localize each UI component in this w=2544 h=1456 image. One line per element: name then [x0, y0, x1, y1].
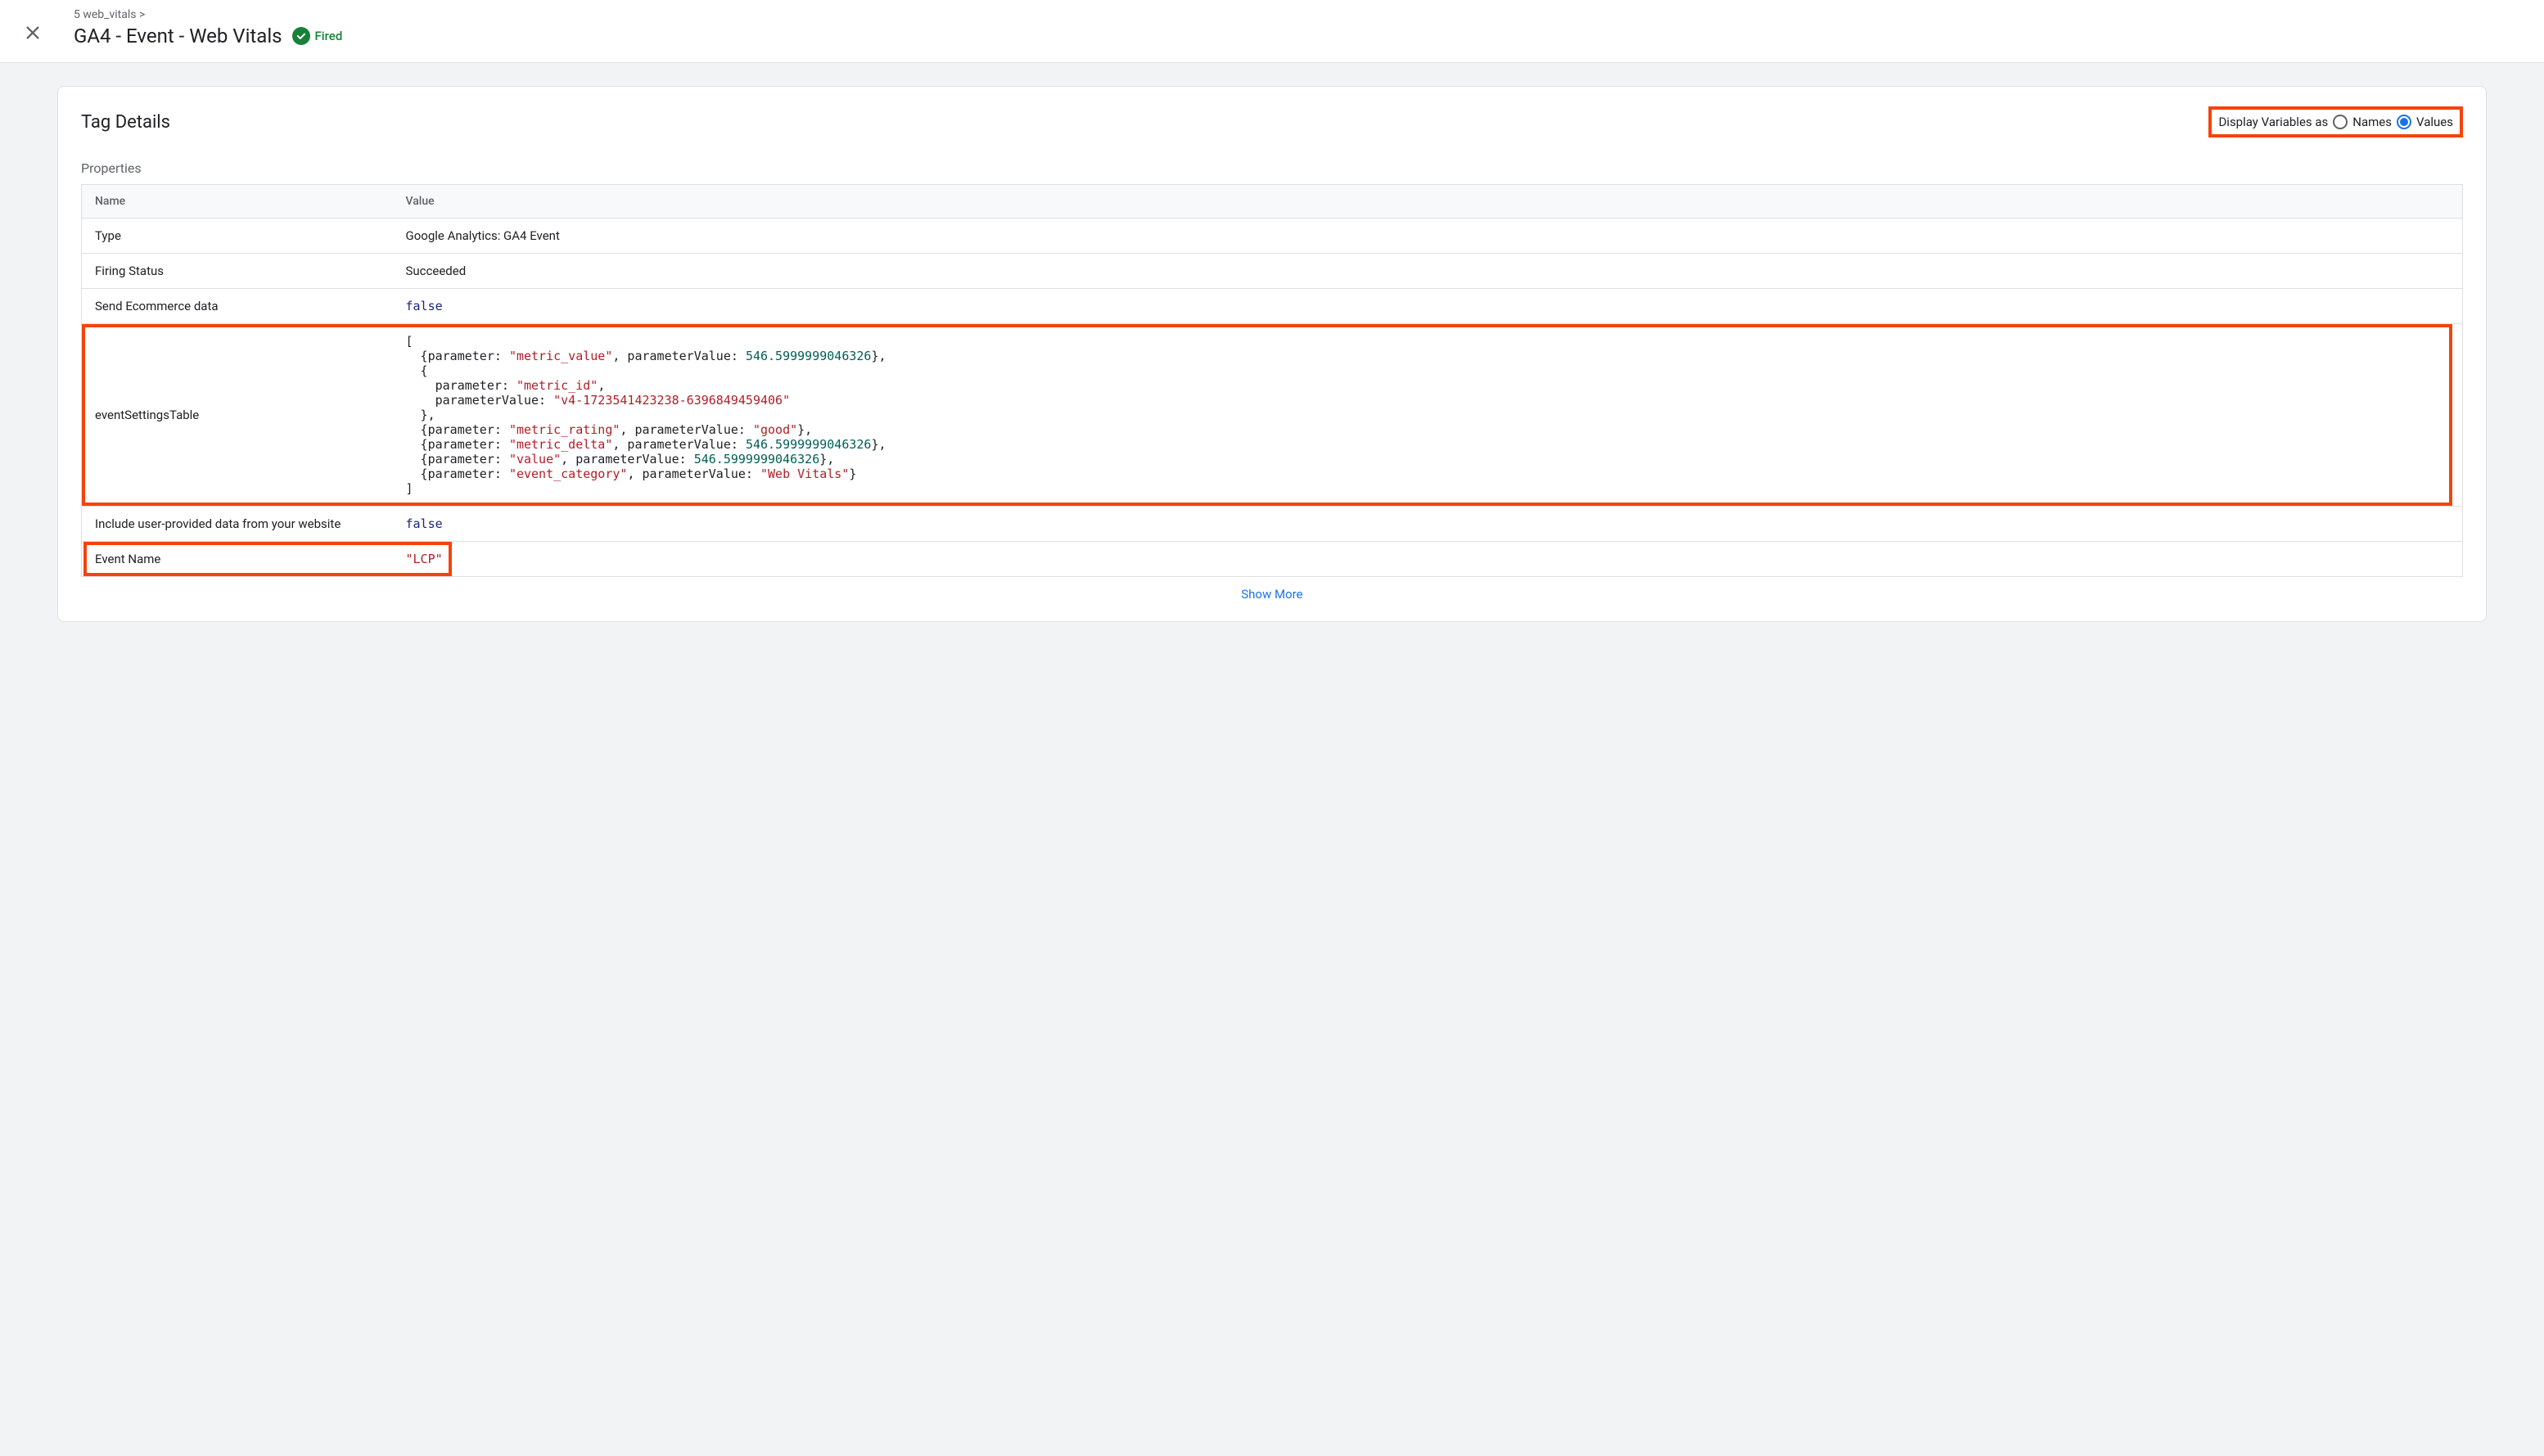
display-variables-label: Display Variables as [2218, 115, 2328, 129]
table-row: Include user-provided data from your web… [82, 507, 2463, 542]
prop-value-event-settings: [ {parameter: "metric_value", parameterV… [393, 324, 2463, 507]
table-row: Send Ecommerce data false [82, 289, 2463, 324]
radio-names[interactable] [2333, 115, 2348, 129]
prop-value: Succeeded [393, 254, 2463, 289]
prop-name: Send Ecommerce data [82, 289, 393, 324]
tag-details-card: Tag Details Display Variables as Names V… [57, 86, 2487, 622]
fired-badge: Fired [292, 27, 343, 45]
page-header: 5 web_vitals > GA4 - Event - Web Vitals … [0, 0, 2544, 63]
prop-name: Firing Status [82, 254, 393, 289]
prop-value: false [393, 289, 2463, 324]
table-row-event-name: Event Name "LCP" [82, 542, 2463, 577]
col-header-value: Value [393, 185, 2463, 219]
properties-table: Name Value Type Google Analytics: GA4 Ev… [81, 184, 2463, 577]
prop-value: Google Analytics: GA4 Event [393, 219, 2463, 254]
close-button[interactable] [16, 16, 49, 49]
table-row: Type Google Analytics: GA4 Event [82, 219, 2463, 254]
col-header-name: Name [82, 185, 393, 219]
properties-section-label: Properties [81, 160, 2463, 176]
table-row-event-settings: eventSettingsTable [ {parameter: "metric… [82, 324, 2463, 507]
close-icon [24, 24, 42, 42]
card-title: Tag Details [81, 112, 170, 133]
radio-values-label[interactable]: Values [2416, 115, 2453, 129]
breadcrumb[interactable]: 5 web_vitals > [74, 8, 342, 21]
page-title: GA4 - Event - Web Vitals [74, 25, 282, 47]
prop-value: false [393, 507, 2463, 542]
radio-names-label[interactable]: Names [2352, 115, 2392, 129]
table-row: Firing Status Succeeded [82, 254, 2463, 289]
prop-name: Event Name [82, 542, 393, 577]
prop-value: "LCP" [393, 542, 2463, 577]
check-circle-icon [292, 27, 310, 45]
show-more-link[interactable]: Show More [1241, 587, 1302, 602]
fired-label: Fired [315, 29, 343, 43]
display-variables-toggle: Display Variables as Names Values [2208, 106, 2463, 137]
radio-values[interactable] [2397, 115, 2411, 129]
prop-name: Type [82, 219, 393, 254]
prop-name: eventSettingsTable [82, 324, 393, 507]
prop-name: Include user-provided data from your web… [82, 507, 393, 542]
